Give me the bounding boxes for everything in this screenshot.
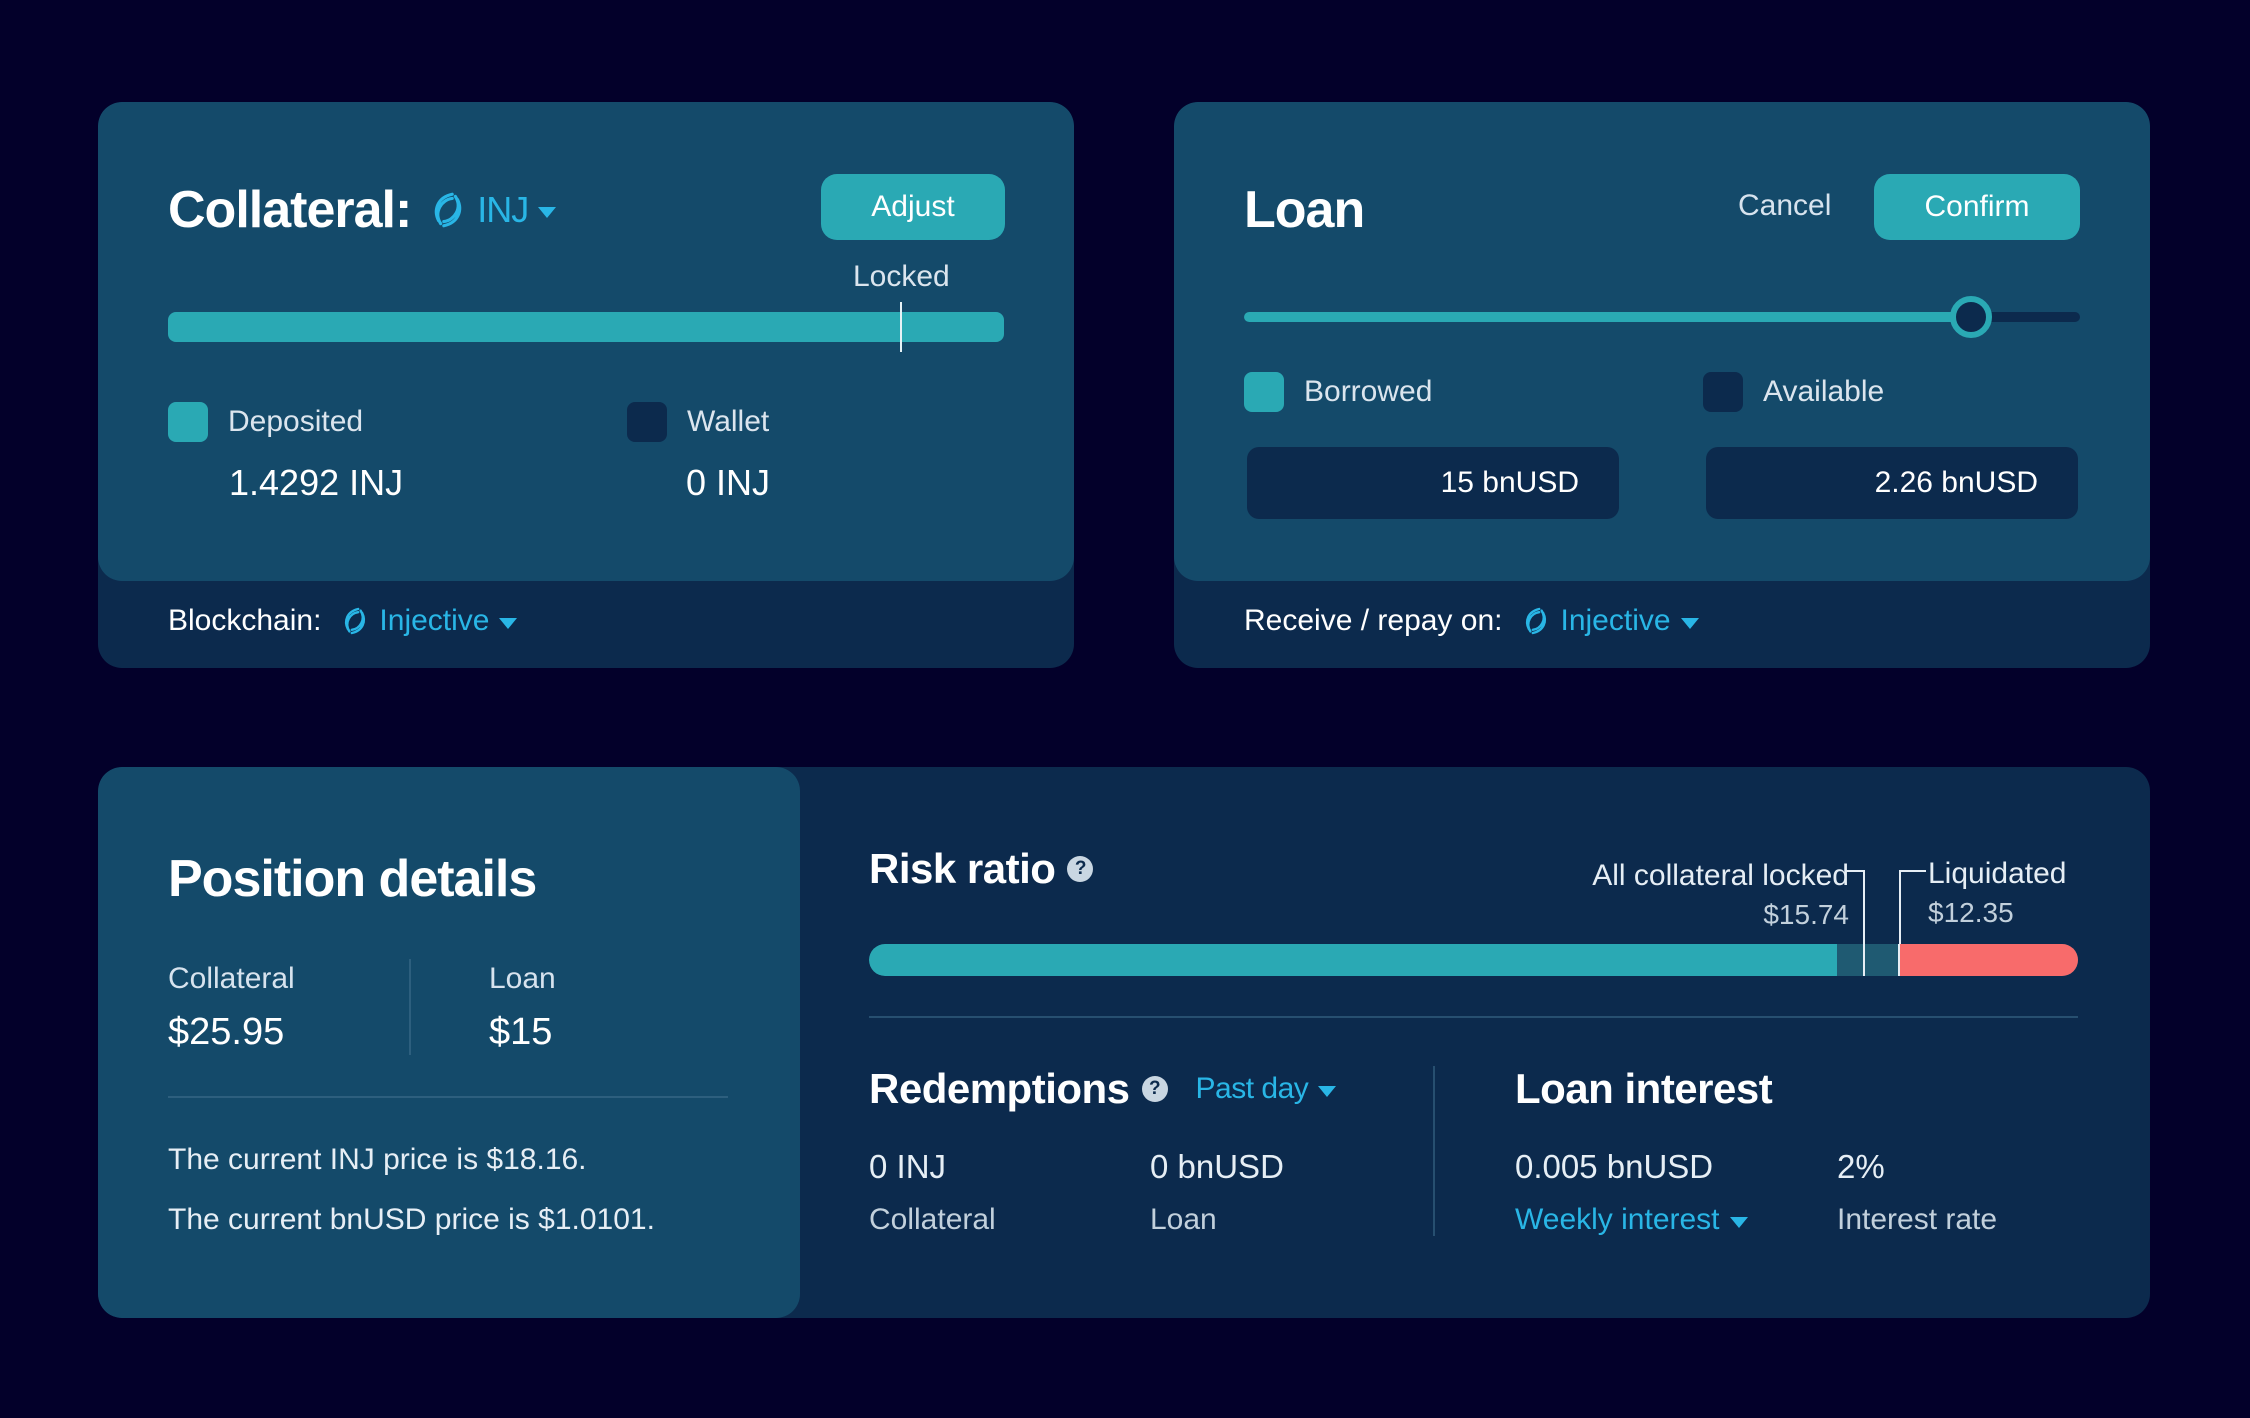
- pd-divider: [168, 1096, 728, 1098]
- liquidation-tick: [1898, 944, 1900, 976]
- liquidated-value: $12.35: [1928, 897, 2014, 928]
- blockchain-value: Injective: [379, 604, 490, 637]
- redemptions-period-select[interactable]: Past day: [1196, 1072, 1337, 1106]
- loan-footer: Receive / repay on: Injective: [1244, 604, 1699, 638]
- pd-divider-vertical: [409, 959, 411, 1055]
- pd-collateral-label: Collateral: [168, 962, 295, 995]
- interest-rate-value: 2%: [1837, 1148, 1885, 1185]
- collateral-asset-label: INJ: [477, 189, 529, 230]
- redemptions-collateral-label: Collateral: [869, 1203, 996, 1236]
- chevron-down-icon: [1318, 1085, 1337, 1097]
- deposited-value: 1.4292 INJ: [229, 462, 404, 503]
- legend-available-label: Available: [1763, 375, 1885, 408]
- legend-available: Available: [1703, 372, 1884, 412]
- loan-interest-title-text: Loan interest: [1515, 1065, 1773, 1112]
- legend-deposited-label: Deposited: [228, 405, 364, 438]
- redemptions-loan-value: 0 bnUSD: [1150, 1148, 1284, 1185]
- redemptions-collateral-value: 0 INJ: [869, 1148, 947, 1185]
- wallet-value: 0 INJ: [686, 462, 771, 503]
- redemptions-period-label: Past day: [1195, 1072, 1309, 1105]
- redemptions-title: Redemptions ? Past day: [869, 1065, 1337, 1113]
- injective-icon: [345, 607, 366, 635]
- injective-icon: [435, 192, 462, 228]
- available-field: 2.26 bnUSD: [1706, 447, 2078, 519]
- risk-ratio-fill: [869, 944, 1838, 976]
- pd-loan-value: $15: [489, 1011, 553, 1053]
- loan-slider-fill: [1244, 312, 1972, 322]
- legend-borrowed-label: Borrowed: [1304, 375, 1433, 408]
- collateral-asset-select[interactable]: INJ: [427, 189, 557, 231]
- liquidated-marker: Liquidated $12.35: [1928, 857, 2066, 929]
- chevron-down-icon: [1729, 1216, 1748, 1228]
- inj-price-text: The current INJ price is $18.16.: [168, 1143, 587, 1176]
- chevron-down-icon: [499, 617, 518, 629]
- chevron-down-icon: [538, 206, 557, 218]
- all-collateral-locked-label: All collateral locked: [1592, 859, 1849, 892]
- adjust-button[interactable]: Adjust: [821, 174, 1005, 240]
- legend-borrowed: Borrowed: [1244, 372, 1432, 412]
- interest-period-label: Weekly interest: [1515, 1203, 1720, 1236]
- bottom-divider-vertical: [1433, 1066, 1435, 1236]
- blockchain-select[interactable]: Injective: [339, 604, 518, 638]
- risk-ratio-title-text: Risk ratio: [869, 845, 1056, 892]
- loan-title-text: Loan: [1244, 181, 1365, 239]
- all-collateral-locked-marker: All collateral locked $15.74: [1592, 859, 1849, 931]
- interest-amount: 0.005 bnUSD: [1515, 1148, 1714, 1185]
- wallet-swatch: [627, 402, 667, 442]
- pd-collateral-value: $25.95: [168, 1011, 285, 1053]
- interest-period-select[interactable]: Weekly interest: [1515, 1203, 1748, 1237]
- deposited-swatch: [168, 402, 208, 442]
- locked-marker: [900, 302, 903, 352]
- all-collateral-locked-value: $15.74: [1763, 899, 1849, 930]
- borrowed-input[interactable]: 15 bnUSD: [1247, 447, 1619, 519]
- repay-chain-select[interactable]: Injective: [1520, 604, 1699, 638]
- liquidated-bracket: [1899, 870, 1926, 949]
- risk-ratio-title: Risk ratio ?: [869, 845, 1094, 893]
- bnusd-price-text: The current bnUSD price is $1.0101.: [168, 1203, 655, 1236]
- help-icon[interactable]: ?: [1141, 1076, 1168, 1102]
- available-swatch: [1703, 372, 1743, 412]
- redemptions-title-text: Redemptions: [869, 1065, 1130, 1112]
- collateral-card: Collateral: INJ Adjust Locked Deposited …: [98, 102, 1074, 668]
- pd-loan-label: Loan: [489, 962, 556, 995]
- chevron-down-icon: [1680, 617, 1699, 629]
- loan-card: Loan Cancel Confirm Borrowed Available 1…: [1174, 102, 2150, 668]
- help-icon[interactable]: ?: [1067, 856, 1094, 882]
- liquidation-zone: [1899, 944, 2078, 976]
- bottom-panel: Position details Collateral $25.95 Loan …: [98, 767, 2150, 1318]
- interest-rate-label: Interest rate: [1837, 1203, 1998, 1236]
- repay-chain-value: Injective: [1560, 604, 1671, 637]
- loan-title: Loan: [1244, 180, 1365, 240]
- legend-wallet-label: Wallet: [687, 405, 770, 438]
- borrowed-swatch: [1244, 372, 1284, 412]
- legend-wallet: Wallet: [627, 402, 769, 442]
- loan-slider[interactable]: [1244, 296, 2080, 338]
- collateral-footer: Blockchain: Injective: [168, 604, 518, 638]
- blockchain-label: Blockchain:: [168, 604, 322, 637]
- loan-slider-handle[interactable]: [1950, 296, 1993, 338]
- locked-label: Locked: [853, 260, 950, 293]
- locked-bracket: [1846, 870, 1865, 949]
- position-details: Position details Collateral $25.95 Loan …: [98, 767, 800, 1318]
- risk-divider: [869, 1016, 2078, 1018]
- redemptions-loan-label: Loan: [1150, 1203, 1217, 1236]
- confirm-button[interactable]: Confirm: [1874, 174, 2080, 240]
- repay-chain-label: Receive / repay on:: [1244, 604, 1503, 637]
- locked-tick: [1863, 944, 1865, 976]
- risk-ratio-bar: [869, 944, 2078, 976]
- cancel-button[interactable]: Cancel: [1738, 189, 1831, 223]
- collateral-title: Collateral: INJ: [168, 180, 557, 240]
- legend-deposited: Deposited: [168, 402, 363, 442]
- injective-icon: [1526, 607, 1547, 635]
- collateral-title-text: Collateral:: [168, 181, 412, 239]
- liquidated-label: Liquidated: [1928, 857, 2067, 890]
- collateral-bar: [168, 302, 1004, 352]
- position-details-title: Position details: [168, 850, 537, 908]
- loan-interest-title: Loan interest: [1515, 1065, 1773, 1113]
